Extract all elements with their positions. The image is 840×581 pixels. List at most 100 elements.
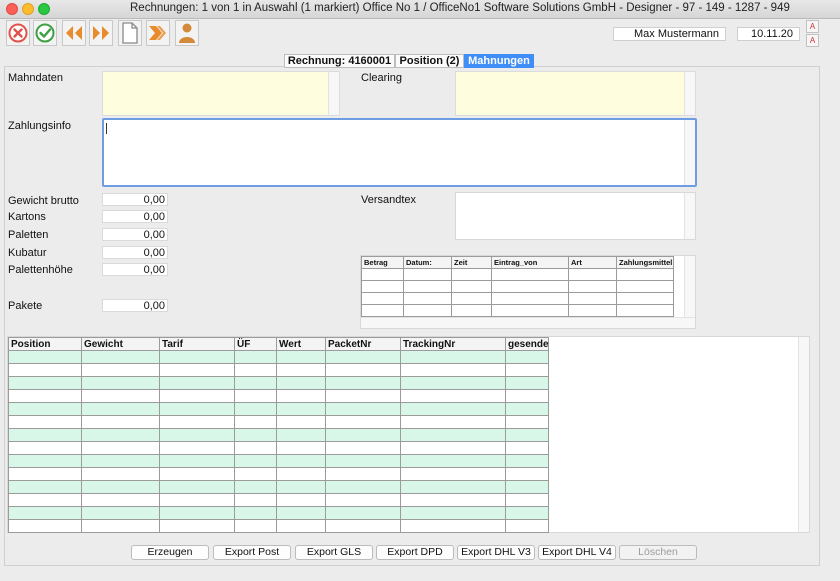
payments-cell[interactable]: [491, 268, 569, 281]
shipments-cell[interactable]: [81, 415, 160, 429]
font-increase-button[interactable]: A: [806, 20, 819, 33]
shipments-row[interactable]: [8, 454, 549, 468]
shipments-cell[interactable]: [8, 415, 82, 429]
shipments-cell[interactable]: [81, 441, 160, 455]
shipments-cell[interactable]: [81, 350, 160, 364]
shipments-cell[interactable]: [276, 402, 326, 416]
shipments-cell[interactable]: [234, 467, 277, 481]
shipments-cell[interactable]: [159, 493, 235, 507]
shipments-cell[interactable]: [159, 428, 235, 442]
export-gls-button[interactable]: Export GLS: [295, 545, 373, 560]
shipments-cell[interactable]: [81, 454, 160, 468]
payments-cell[interactable]: [451, 268, 492, 281]
shipments-cell[interactable]: [8, 441, 82, 455]
payments-cell[interactable]: [361, 304, 404, 317]
shipments-row[interactable]: [8, 415, 549, 429]
shipments-row[interactable]: [8, 506, 549, 520]
shipments-cell[interactable]: [159, 480, 235, 494]
shipments-cell[interactable]: [234, 415, 277, 429]
shipments-cell[interactable]: [276, 363, 326, 377]
close-window-button[interactable]: [6, 3, 18, 15]
shipments-cell[interactable]: [276, 480, 326, 494]
shipments-cell[interactable]: [234, 506, 277, 520]
payments-cell[interactable]: [491, 280, 569, 293]
tab-rechnung[interactable]: Rechnung: 4160001: [284, 54, 395, 68]
shipments-cell[interactable]: [159, 519, 235, 533]
shipments-cell[interactable]: [8, 493, 82, 507]
shipments-row[interactable]: [8, 493, 549, 507]
shipments-cell[interactable]: [8, 506, 82, 520]
payments-cell[interactable]: [568, 280, 617, 293]
kubatur-input[interactable]: 0,00: [102, 246, 168, 259]
shipments-cell[interactable]: [400, 467, 506, 481]
shipments-cell[interactable]: [234, 350, 277, 364]
payments-row[interactable]: [361, 280, 674, 293]
pakete-input[interactable]: 0,00: [102, 299, 168, 312]
shipments-header-packetnr[interactable]: PacketNr: [325, 337, 401, 351]
shipments-cell[interactable]: [325, 389, 401, 403]
shipments-cell[interactable]: [505, 441, 549, 455]
shipments-cell[interactable]: [81, 402, 160, 416]
loeschen-button[interactable]: Löschen: [619, 545, 697, 560]
payments-cell[interactable]: [451, 280, 492, 293]
payments-cell[interactable]: [403, 292, 452, 305]
payments-header-zahlungsmittel[interactable]: Zahlungsmittel: [616, 256, 674, 269]
shipments-cell[interactable]: [159, 506, 235, 520]
payments-header-zeit[interactable]: Zeit: [451, 256, 492, 269]
shipments-cell[interactable]: [276, 350, 326, 364]
font-decrease-button[interactable]: A: [806, 34, 819, 47]
shipments-header-position[interactable]: Position: [8, 337, 82, 351]
shipments-cell[interactable]: [8, 402, 82, 416]
payments-cell[interactable]: [568, 292, 617, 305]
shipments-header-wert[interactable]: Wert: [276, 337, 326, 351]
payments-cell[interactable]: [616, 268, 674, 281]
shipments-cell[interactable]: [81, 389, 160, 403]
shipments-cell[interactable]: [400, 389, 506, 403]
shipments-cell[interactable]: [505, 467, 549, 481]
shipments-cell[interactable]: [234, 376, 277, 390]
shipments-cell[interactable]: [276, 467, 326, 481]
shipments-cell[interactable]: [276, 441, 326, 455]
shipments-cell[interactable]: [234, 454, 277, 468]
payments-cell[interactable]: [451, 304, 492, 317]
user-button[interactable]: [175, 20, 199, 46]
clearing-field[interactable]: [455, 71, 696, 116]
payments-cell[interactable]: [361, 268, 404, 281]
shipments-cell[interactable]: [81, 363, 160, 377]
versandtext-field[interactable]: [455, 192, 696, 240]
shipments-cell[interactable]: [325, 506, 401, 520]
payments-cell[interactable]: [491, 304, 569, 317]
shipments-cell[interactable]: [505, 454, 549, 468]
paletten-input[interactable]: 0,00: [102, 228, 168, 241]
shipments-row[interactable]: [8, 428, 549, 442]
shipments-cell[interactable]: [325, 493, 401, 507]
payments-cell[interactable]: [568, 268, 617, 281]
shipments-row[interactable]: [8, 402, 549, 416]
zoom-window-button[interactable]: [38, 3, 50, 15]
shipments-cell[interactable]: [325, 467, 401, 481]
shipments-cell[interactable]: [159, 376, 235, 390]
shipments-cell[interactable]: [159, 467, 235, 481]
shipments-cell[interactable]: [325, 441, 401, 455]
minimize-window-button[interactable]: [22, 3, 34, 15]
shipments-cell[interactable]: [325, 519, 401, 533]
payments-header-art[interactable]: Art: [568, 256, 617, 269]
shipments-cell[interactable]: [276, 428, 326, 442]
shipments-cell[interactable]: [505, 519, 549, 533]
tab-position[interactable]: Position (2): [395, 54, 464, 68]
shipments-cell[interactable]: [276, 415, 326, 429]
shipments-header-gesendet[interactable]: gesendet: [505, 337, 549, 351]
shipments-cell[interactable]: [8, 350, 82, 364]
payments-cell[interactable]: [403, 268, 452, 281]
shipments-cell[interactable]: [234, 519, 277, 533]
shipments-cell[interactable]: [505, 480, 549, 494]
shipments-cell[interactable]: [400, 376, 506, 390]
shipments-row[interactable]: [8, 441, 549, 455]
previous-record-button[interactable]: [62, 20, 86, 46]
tab-mahnungen[interactable]: Mahnungen: [464, 54, 534, 68]
shipments-cell[interactable]: [400, 493, 506, 507]
shipments-cell[interactable]: [81, 376, 160, 390]
shipments-cell[interactable]: [505, 506, 549, 520]
cancel-button[interactable]: [6, 20, 30, 46]
shipments-cell[interactable]: [325, 363, 401, 377]
